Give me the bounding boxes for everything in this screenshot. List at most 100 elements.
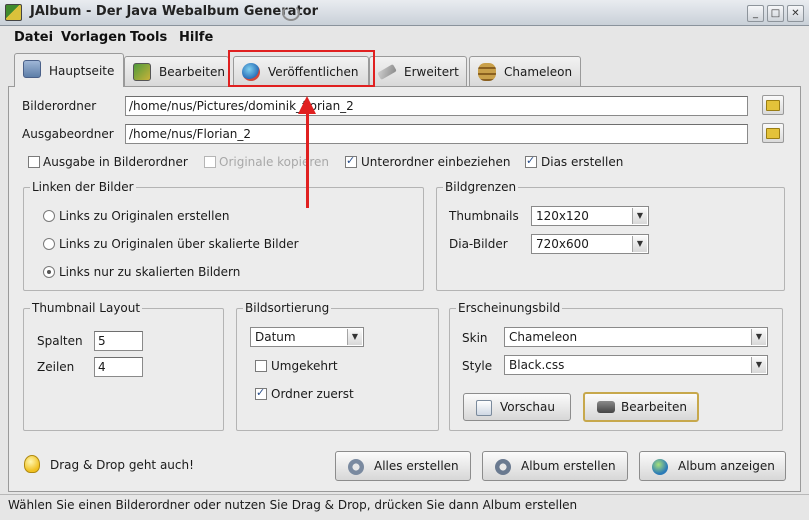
slides-size-combo[interactable]: 720x600 ▼: [531, 234, 649, 254]
sorting-group-title: Bildsortierung: [243, 301, 332, 315]
create-slides-checkbox[interactable]: [525, 154, 537, 168]
thumbnail-layout-title: Thumbnail Layout: [30, 301, 143, 315]
tab-label: Bearbeiten: [159, 65, 225, 79]
skin-label: Skin: [462, 331, 488, 345]
annotation-arrow-line: [306, 112, 309, 208]
drag-drop-tip: Drag & Drop geht auch!: [50, 458, 194, 472]
window-title: JAlbum - Der Java Webalbum Generator: [30, 4, 318, 19]
wrench-icon: [377, 64, 397, 80]
slides-size-value: 720x600: [536, 237, 589, 251]
preview-icon: [476, 400, 492, 416]
tab-label: Chameleon: [504, 65, 573, 79]
gear-icon: [495, 459, 511, 475]
folders-first-checkbox[interactable]: [255, 386, 267, 400]
chevron-down-icon: ▼: [751, 357, 766, 373]
swirl-icon: [282, 5, 300, 21]
jalbum-app-icon: [5, 4, 22, 21]
minimize-button[interactable]: _: [747, 5, 764, 22]
chevron-down-icon: ▼: [632, 236, 647, 252]
tab-veroeffentlichen[interactable]: Veröffentlichen: [233, 56, 369, 86]
output-folder-label: Ausgabeordner: [22, 127, 114, 141]
show-album-button[interactable]: Album anzeigen: [639, 451, 786, 481]
link-originals-label: Links zu Originalen erstellen: [59, 209, 230, 223]
bounds-group-title: Bildgrenzen: [443, 180, 519, 194]
link-scaled-only-radio[interactable]: [43, 266, 55, 278]
tab-bearbeiten[interactable]: Bearbeiten: [124, 56, 229, 86]
menu-datei[interactable]: Datei: [14, 30, 53, 45]
thumbnails-size-combo[interactable]: 120x120 ▼: [531, 206, 649, 226]
source-folder-input[interactable]: /home/nus/Pictures/dominik_florian_2: [125, 96, 748, 116]
browse-source-button[interactable]: [762, 95, 784, 115]
menu-hilfe[interactable]: Hilfe: [179, 30, 213, 45]
folder-icon: [766, 100, 780, 111]
source-folder-label: Bilderordner: [22, 99, 97, 113]
tab-label: Erweitert: [404, 65, 459, 79]
tab-erweitert[interactable]: Erweitert: [369, 56, 467, 86]
slides-label: Dia-Bilder: [449, 237, 508, 251]
tab-hauptseite[interactable]: Hauptseite: [14, 53, 124, 87]
edit-skin-button-label: Bearbeiten: [621, 400, 687, 414]
link-originals-radio[interactable]: [43, 210, 55, 222]
create-album-button-label: Album erstellen: [521, 459, 616, 473]
globe-icon: [242, 63, 260, 81]
globe-icon: [652, 459, 668, 475]
link-scaled-only-label: Links nur zu skalierten Bildern: [59, 265, 241, 279]
status-message: Wählen Sie einen Bilderordner oder nutze…: [8, 498, 578, 512]
sort-order-value: Datum: [255, 330, 296, 344]
include-subfolders-label: Unterordner einbeziehen: [361, 155, 511, 169]
appearance-group-title: Erscheinungsbild: [456, 301, 563, 315]
show-album-button-label: Album anzeigen: [678, 459, 775, 473]
skin-value: Chameleon: [509, 330, 578, 344]
menu-tools[interactable]: Tools: [130, 30, 167, 45]
edit-icon: [133, 63, 151, 81]
browse-output-button[interactable]: [762, 123, 784, 143]
rows-input[interactable]: 4: [94, 357, 143, 377]
copy-originals-label: Originale kopieren: [219, 155, 330, 169]
create-album-button[interactable]: Album erstellen: [482, 451, 628, 481]
status-bar: Wählen Sie einen Bilderordner oder nutze…: [0, 494, 809, 520]
copy-originals-checkbox[interactable]: [204, 156, 216, 168]
output-in-source-label: Ausgabe in Bilderordner: [43, 155, 188, 169]
skin-combo[interactable]: Chameleon ▼: [504, 327, 768, 347]
close-button[interactable]: ✕: [787, 5, 804, 22]
style-combo[interactable]: Black.css ▼: [504, 355, 768, 375]
preview-button-label: Vorschau: [500, 400, 555, 414]
folders-first-label: Ordner zuerst: [271, 387, 354, 401]
style-value: Black.css: [509, 358, 565, 372]
home-icon: [23, 60, 41, 78]
menu-bar: Datei Vorlagen Tools Hilfe: [0, 26, 809, 49]
columns-input[interactable]: 5: [94, 331, 143, 351]
tab-chameleon[interactable]: Chameleon: [469, 56, 581, 86]
reverse-checkbox[interactable]: [255, 360, 267, 372]
linking-group-title: Linken der Bilder: [30, 180, 136, 194]
output-folder-input[interactable]: /home/nus/Florian_2: [125, 124, 748, 144]
chameleon-icon: [478, 63, 496, 81]
camera-icon: [597, 401, 615, 413]
lightbulb-icon: [24, 455, 40, 473]
chevron-down-icon: ▼: [632, 208, 647, 224]
style-label: Style: [462, 359, 493, 373]
link-via-scaled-radio[interactable]: [43, 238, 55, 250]
output-in-source-checkbox[interactable]: [28, 156, 40, 168]
tab-label: Hauptseite: [49, 64, 115, 78]
link-via-scaled-label: Links zu Originalen über skalierte Bilde…: [59, 237, 299, 251]
create-all-button-label: Alles erstellen: [374, 459, 459, 473]
create-slides-label: Dias erstellen: [541, 155, 624, 169]
edit-skin-button[interactable]: Bearbeiten: [583, 392, 699, 422]
include-subfolders-checkbox[interactable]: [345, 154, 357, 168]
folder-icon: [766, 128, 780, 139]
chevron-down-icon: ▼: [347, 329, 362, 345]
maximize-button[interactable]: □: [767, 5, 784, 22]
thumbnails-label: Thumbnails: [449, 209, 519, 223]
menu-vorlagen[interactable]: Vorlagen: [61, 30, 126, 45]
rows-label: Zeilen: [37, 360, 75, 374]
columns-label: Spalten: [37, 334, 83, 348]
preview-button[interactable]: Vorschau: [463, 393, 571, 421]
thumbnails-size-value: 120x120: [536, 209, 589, 223]
gears-icon: [348, 459, 364, 475]
reverse-label: Umgekehrt: [271, 359, 338, 373]
chevron-down-icon: ▼: [751, 329, 766, 345]
create-all-button[interactable]: Alles erstellen: [335, 451, 471, 481]
sort-order-combo[interactable]: Datum ▼: [250, 327, 364, 347]
title-bar: JAlbum - Der Java Webalbum Generator _ □…: [0, 0, 809, 26]
